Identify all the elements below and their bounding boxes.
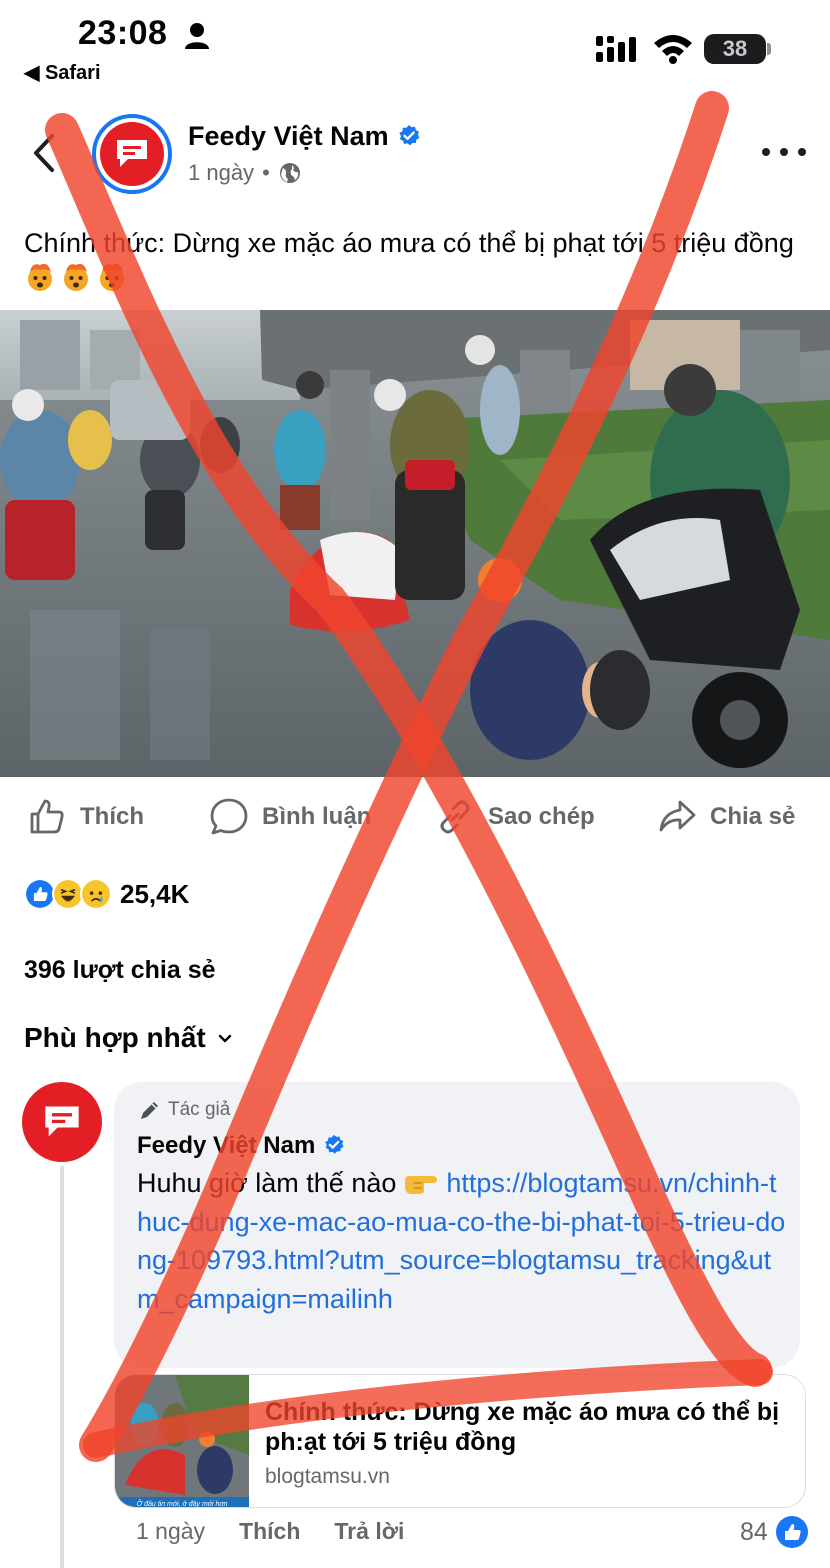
comment-time[interactable]: 1 ngày [136,1518,205,1545]
person-icon [185,23,209,49]
back-to-safari-link[interactable]: ◀ Safari [24,60,101,85]
link-preview-thumbnail: Ở đâu tin mới, ở đây mới hơn [115,1375,249,1508]
comment-text: Huhu giờ làm thế nào https://blogtamsu.v… [137,1164,787,1318]
reaction-count: 25,4K [120,878,190,909]
page-name-text[interactable]: Feedy Việt Nam [188,121,389,151]
comment-footer: 1 ngày Thích Trả lời [136,1518,404,1545]
comment-text-prefix: Huhu giờ làm thế nào [137,1168,397,1198]
share-arrow-icon [659,800,696,832]
comment-author-name[interactable]: Feedy Việt Nam [137,1132,345,1160]
pen-icon [141,1102,158,1119]
share-label: Chia sẻ [710,803,796,830]
post-action-bar: Thích Bình luận Sao chép Chia sẻ [0,792,830,842]
pointing-hand-icon [405,1176,438,1194]
globe-icon [279,163,300,183]
exploding-head-icon [28,263,52,291]
more-options-icon[interactable] [762,142,806,162]
exploding-head-icon [100,263,124,291]
cellular-signal-icon [596,36,636,62]
post-text: Chính thức: Dừng xe mặc áo mưa có thể bị… [24,226,814,294]
link-preview-domain: blogtamsu.vn [265,1465,390,1488]
chevron-down-icon [218,1034,231,1043]
comment-like-button[interactable]: Thích [239,1518,300,1545]
comment-author-text[interactable]: Feedy Việt Nam [137,1132,315,1159]
battery-tip [767,43,771,55]
thread-line [60,1166,64,1568]
page-avatar[interactable] [92,114,172,194]
comment-like-number: 84 [740,1517,768,1546]
comment-reply-button[interactable]: Trả lời [334,1518,404,1545]
link-thumbnail-photo: Ở đâu tin mới, ở đây mới hơn [115,1375,249,1508]
share-button[interactable]: Chia sẻ [656,792,795,842]
comment-sort-dropdown[interactable]: Phù hợp nhất [24,1022,234,1054]
comment-author-avatar[interactable] [22,1082,102,1162]
battery-indicator: 38 [704,34,766,64]
sad-reaction-icon [80,878,112,910]
status-time: 23:08 [78,14,168,52]
wifi-icon [654,35,692,64]
sort-label: Phù hợp nhất [24,1022,206,1053]
comment-like-count[interactable]: 84 [740,1516,808,1548]
link-preview-card[interactable]: Ở đâu tin mới, ở đây mới hơn Chính thức:… [114,1374,806,1508]
copy-label: Sao chép [488,803,595,830]
author-badge: Tác giả [138,1098,230,1122]
post-text-content: Chính thức: Dừng xe mặc áo mưa có thể bị… [24,228,794,258]
exploding-head-icon [64,263,88,291]
page-name[interactable]: Feedy Việt Nam [188,121,421,152]
like-button[interactable]: Thích [26,792,144,842]
share-count[interactable]: 396 lượt chia sẻ [24,956,216,985]
meta-separator: • [262,160,270,185]
comment-button[interactable]: Bình luận [208,792,371,842]
author-badge-label: Tác giả [168,1099,231,1120]
comment-bubble-icon [210,798,248,835]
post-meta: 1 ngày • [188,160,302,186]
chat-logo-icon [117,140,147,167]
post-photo[interactable] [0,310,830,777]
link-preview-title: Chính thức: Dừng xe mặc áo mưa có thể bị… [265,1398,780,1456]
thumbnail-caption: Ở đâu tin mới, ở đây mới hơn [136,1499,227,1508]
like-reaction-icon [775,1516,808,1548]
thumbs-up-icon [30,799,64,834]
verified-badge-icon [325,1134,344,1154]
post-time[interactable]: 1 ngày [188,160,254,186]
copy-link-button[interactable]: Sao chép [434,792,595,842]
back-chevron-icon[interactable] [30,132,60,174]
chat-logo-icon [45,1106,79,1137]
comment-label: Bình luận [262,803,372,830]
status-bar: 23:08 ◀ Safari 38 [0,0,830,92]
like-label: Thích [80,803,144,830]
reaction-summary[interactable]: 25,4K [24,876,189,912]
street-rain-photo [0,310,830,777]
verified-badge-icon [398,125,419,146]
link-icon [440,800,470,834]
